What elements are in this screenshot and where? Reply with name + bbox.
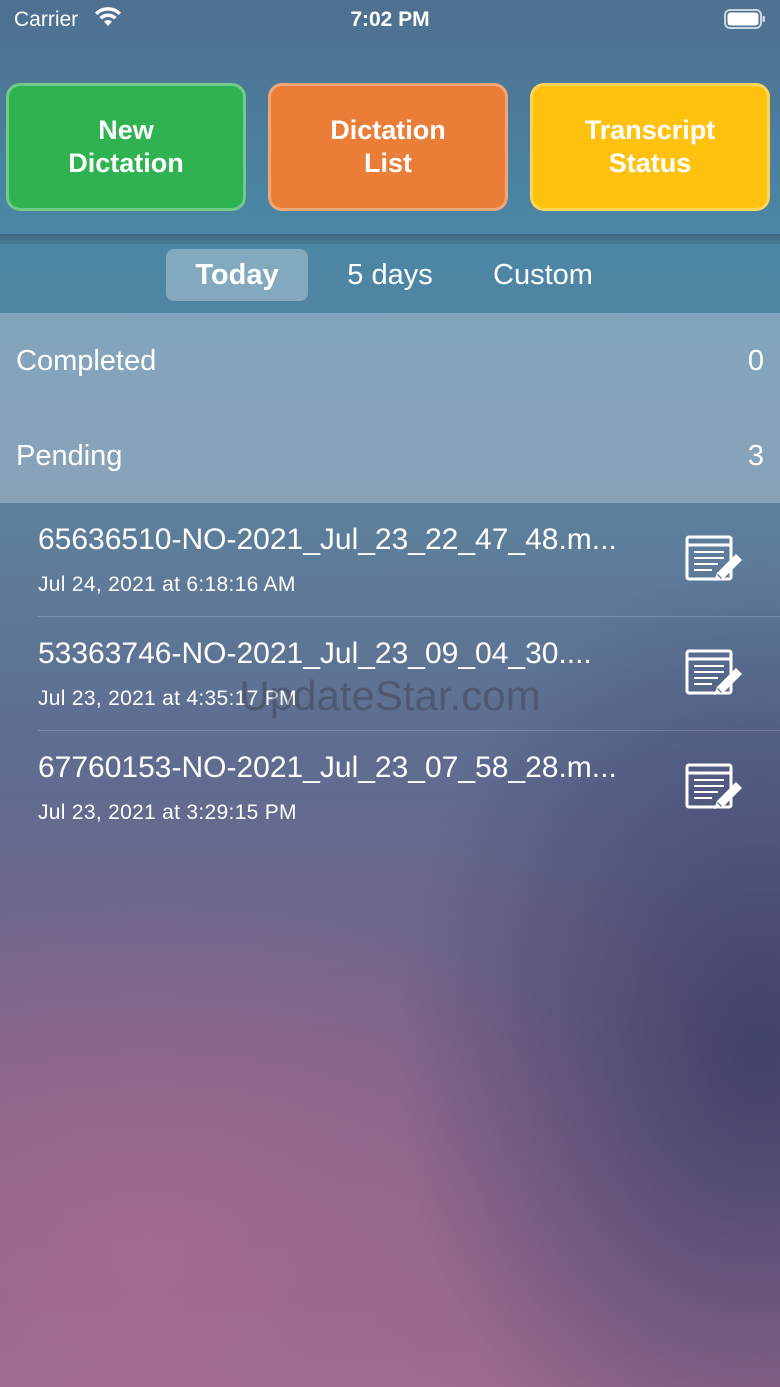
dictation-list-button[interactable]: Dictation List	[268, 83, 508, 211]
pending-label: Pending	[16, 440, 123, 472]
pending-row[interactable]: Pending 3	[0, 408, 780, 503]
completed-count: 0	[747, 345, 764, 377]
file-date: Jul 24, 2021 at 6:18:16 AM	[38, 573, 296, 596]
edit-document-icon[interactable]	[684, 531, 744, 591]
watermark: UpdateStar.com	[239, 672, 541, 719]
file-name: 65636510-NO-2021_Jul_23_22_47_48.m...	[38, 523, 617, 556]
edit-document-icon[interactable]	[684, 759, 744, 819]
file-name: 53363746-NO-2021_Jul_23_09_04_30....	[38, 637, 592, 670]
segment-custom[interactable]: Custom	[470, 249, 616, 301]
pending-count: 3	[747, 440, 764, 472]
divider	[0, 234, 780, 244]
completed-label: Completed	[16, 345, 157, 377]
segment-today[interactable]: Today	[166, 249, 308, 301]
completed-row[interactable]: Completed 0	[0, 313, 780, 408]
summary-panel: Completed 0 Pending 3	[0, 313, 780, 503]
list-item[interactable]: 65636510-NO-2021_Jul_23_22_47_48.m... Ju…	[0, 503, 780, 617]
segment-5-days[interactable]: 5 days	[320, 249, 460, 301]
status-bar: Carrier 7:02 PM	[0, 0, 780, 42]
action-buttons: New Dictation Dictation List Transcript …	[0, 83, 780, 215]
date-range-segmented-control: Today 5 days Custom	[164, 249, 616, 301]
new-dictation-button[interactable]: New Dictation	[6, 83, 246, 211]
battery-icon	[724, 9, 765, 29]
clock: 7:02 PM	[350, 8, 430, 31]
transcript-status-button[interactable]: Transcript Status	[530, 83, 770, 211]
file-name: 67760153-NO-2021_Jul_23_07_58_28.m...	[38, 751, 617, 784]
list-item[interactable]: 67760153-NO-2021_Jul_23_07_58_28.m... Ju…	[0, 731, 780, 845]
file-date: Jul 23, 2021 at 3:29:15 PM	[38, 801, 297, 824]
